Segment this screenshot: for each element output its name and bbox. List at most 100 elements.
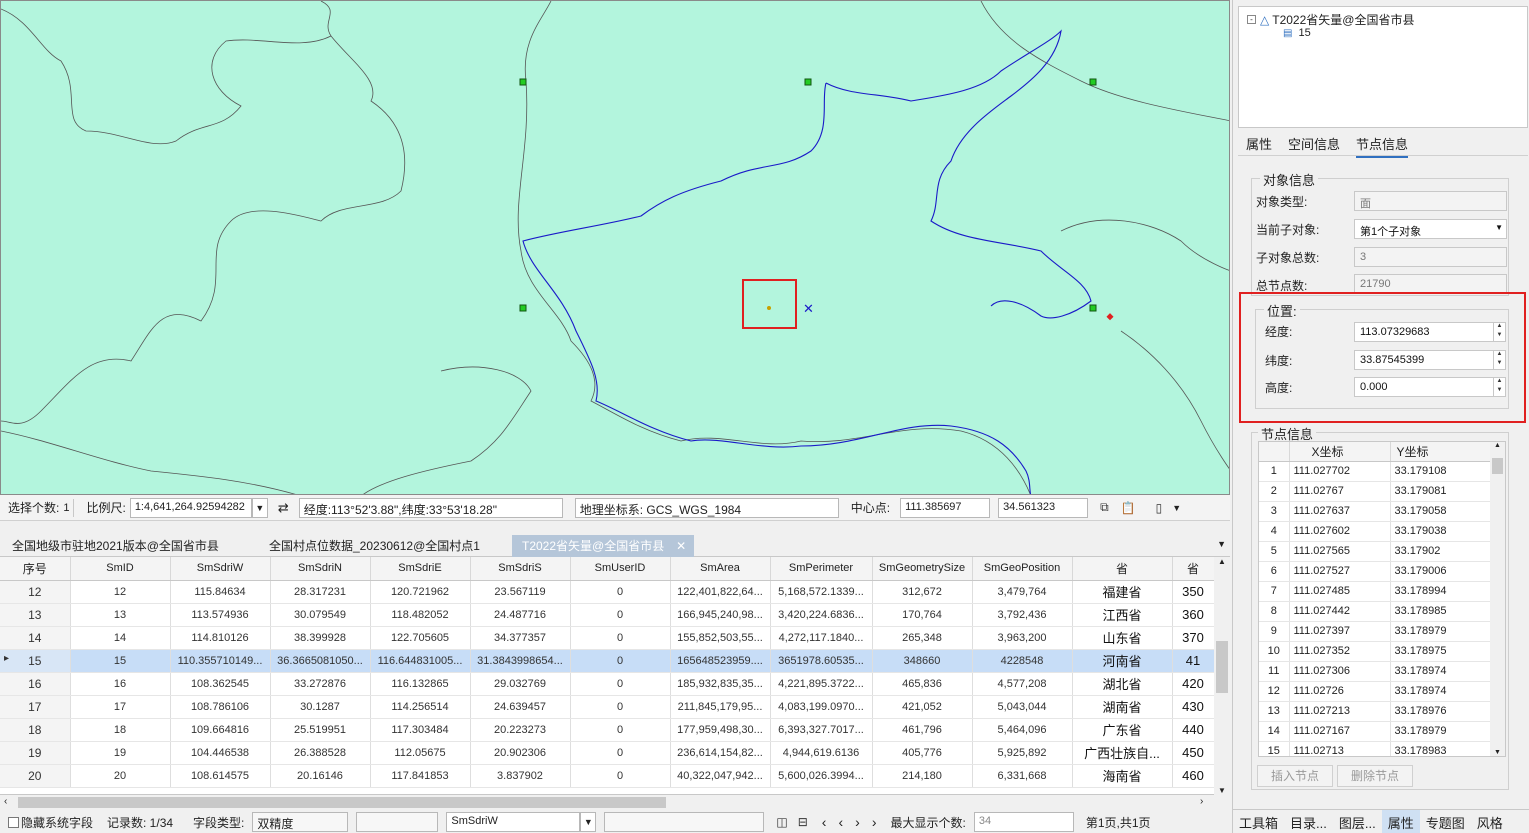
node-y[interactable]: 33.17902 <box>1390 541 1492 562</box>
scale-input[interactable]: 1:4,641,264.92594282 <box>129 497 252 518</box>
table-row[interactable]: 16 16 108.362545 33.272876 116.132865 29.0327… <box>0 672 1215 696</box>
table-cell[interactable]: 26.388528 <box>270 741 371 765</box>
node-row[interactable]: 6 111.027527 33.179006 <box>1259 561 1492 582</box>
node-row[interactable]: 13 111.027213 33.178976 <box>1259 701 1492 722</box>
table-cell[interactable]: 113.574936 <box>170 603 271 627</box>
node-index[interactable]: 5 <box>1259 541 1290 562</box>
table-cell[interactable]: 214,180 <box>872 764 973 788</box>
table-cell[interactable]: 14 <box>70 626 171 650</box>
table-cell[interactable]: 20.902306 <box>470 741 571 765</box>
table-cell[interactable]: 430 <box>1172 695 1215 719</box>
node-y[interactable]: 33.178975 <box>1390 641 1492 662</box>
node-scroll-down-icon[interactable]: ▼ <box>1490 749 1505 756</box>
delete-node-button[interactable]: 删除节点 <box>1337 765 1413 787</box>
alt-input[interactable]: 0.000 ▲ ▼ <box>1354 377 1506 397</box>
node-row[interactable]: 14 111.027167 33.178979 <box>1259 721 1492 742</box>
node-row[interactable]: 4 111.027602 33.179038 <box>1259 521 1492 542</box>
node-index[interactable]: 15 <box>1259 741 1290 756</box>
node-y[interactable]: 33.179058 <box>1390 501 1492 522</box>
node-x[interactable]: 111.027637 <box>1289 501 1391 522</box>
table-cell[interactable]: 370 <box>1172 626 1215 650</box>
table-cell[interactable]: 166,945,240,98... <box>670 603 771 627</box>
table-cell[interactable]: 108.786106 <box>170 695 271 719</box>
sub-object-dropdown-icon[interactable]: ▼ <box>1495 223 1503 232</box>
table-cell[interactable]: 湖南省 <box>1072 695 1173 719</box>
table-cell[interactable]: 265,348 <box>872 626 973 650</box>
table-cell[interactable]: 30.079549 <box>270 603 371 627</box>
table-cell[interactable]: 236,614,154,82... <box>670 741 771 765</box>
tree-root[interactable]: - △ T2022省矢量@全国省市县 <box>1247 11 1414 28</box>
node-y[interactable]: 33.179108 <box>1390 461 1492 482</box>
node-x[interactable]: 111.027397 <box>1289 621 1391 642</box>
table-cell[interactable]: 17 <box>70 695 171 719</box>
table-horizontal-scrollbar[interactable]: ‹ › <box>0 795 1230 811</box>
table-cell[interactable]: 461,796 <box>872 718 973 742</box>
col-header[interactable]: SmSdriW <box>170 557 271 581</box>
node-y[interactable]: 33.178994 <box>1390 581 1492 602</box>
map-canvas[interactable]: ✕ <box>0 0 1230 495</box>
table-cell[interactable]: 25.519951 <box>270 718 371 742</box>
table-cell[interactable]: 177,959,498,30... <box>670 718 771 742</box>
node-x[interactable]: 111.02713 <box>1289 741 1391 756</box>
table-cell[interactable]: 122,401,822,64... <box>670 580 771 604</box>
node-x[interactable]: 111.027442 <box>1289 601 1391 622</box>
hide-system-checkbox[interactable] <box>8 816 19 828</box>
table-cell[interactable]: 34.377357 <box>470 626 571 650</box>
dock-catalog[interactable]: 目录... <box>1284 810 1333 833</box>
scroll-left-icon[interactable]: ‹ <box>4 796 7 807</box>
lat-spinner-icon[interactable]: ▲ ▼ <box>1493 351 1505 369</box>
table-cell[interactable]: 23.567119 <box>470 580 571 604</box>
node-x[interactable]: 111.027306 <box>1289 661 1391 682</box>
col-header[interactable]: SmID <box>70 557 171 581</box>
col-header[interactable]: SmPerimeter <box>770 557 873 581</box>
node-col-y[interactable]: Y坐标 <box>1390 442 1492 462</box>
dock-toolbox[interactable]: 工具箱 <box>1233 810 1284 833</box>
node-y[interactable]: 33.179038 <box>1390 521 1492 542</box>
center-x-input[interactable]: 111.385697 <box>900 497 991 518</box>
table-cell[interactable]: 108.362545 <box>170 672 271 696</box>
node-index[interactable]: 13 <box>1259 701 1290 722</box>
col-header[interactable]: SmGeometrySize <box>872 557 973 581</box>
node-x[interactable]: 111.027485 <box>1289 581 1391 602</box>
table-cell[interactable]: 24.639457 <box>470 695 571 719</box>
dock-style[interactable]: 风格 <box>1471 810 1509 833</box>
dock-layers[interactable]: 图层... <box>1333 810 1382 833</box>
prev-page-icon[interactable]: ‹ <box>838 814 843 830</box>
node-row[interactable]: 7 111.027485 33.178994 <box>1259 581 1492 602</box>
node-x[interactable]: 111.027565 <box>1289 541 1391 562</box>
table-cell[interactable]: 118.482052 <box>370 603 471 627</box>
table-cell[interactable]: 460 <box>1172 764 1215 788</box>
node-index[interactable]: 7 <box>1259 581 1290 602</box>
table-cell[interactable]: 110.355710149... <box>170 649 271 673</box>
table-cell[interactable]: 360 <box>1172 603 1215 627</box>
more-dropdown-icon[interactable]: ▼ <box>1168 503 1185 513</box>
node-index[interactable]: 8 <box>1259 601 1290 622</box>
table-cell[interactable]: 13 <box>70 603 171 627</box>
lat-input[interactable]: 33.87545399 ▲ ▼ <box>1354 350 1506 370</box>
first-page-icon[interactable]: ‹ <box>822 814 827 830</box>
node-row[interactable]: 2 111.02767 33.179081 <box>1259 481 1492 502</box>
table-cell[interactable]: 4,083,199.0970... <box>770 695 873 719</box>
table-cell[interactable]: 5,043,044 <box>972 695 1073 719</box>
row-index[interactable]: 17 <box>0 695 71 719</box>
table-cell[interactable]: 109.664816 <box>170 718 271 742</box>
node-x[interactable]: 111.02726 <box>1289 681 1391 702</box>
table-cell[interactable]: 福建省 <box>1072 580 1173 604</box>
table-cell[interactable]: 41 <box>1172 649 1215 673</box>
table-row[interactable]: 13 13 113.574936 30.079549 118.482052 24.4877… <box>0 603 1215 627</box>
table-cell[interactable]: 19 <box>70 741 171 765</box>
table-cell[interactable]: 185,932,835,35... <box>670 672 771 696</box>
col-header[interactable]: SmSdriS <box>470 557 571 581</box>
node-index[interactable]: 1 <box>1259 461 1290 482</box>
table-cell[interactable]: 12 <box>70 580 171 604</box>
max-display-input[interactable]: 34 <box>973 812 1074 832</box>
node-index[interactable]: 14 <box>1259 721 1290 742</box>
node-row[interactable]: 8 111.027442 33.178985 <box>1259 601 1492 622</box>
alt-spinner-icon[interactable]: ▲ ▼ <box>1493 378 1505 396</box>
paste-icon[interactable]: 📋 <box>1115 501 1142 515</box>
row-index[interactable]: 16 <box>0 672 71 696</box>
table-cell[interactable]: 450 <box>1172 741 1215 765</box>
node-index[interactable]: 12 <box>1259 681 1290 702</box>
table-cell[interactable]: 4,944,619.6136 <box>770 741 873 765</box>
table-cell[interactable]: 348660 <box>872 649 973 673</box>
